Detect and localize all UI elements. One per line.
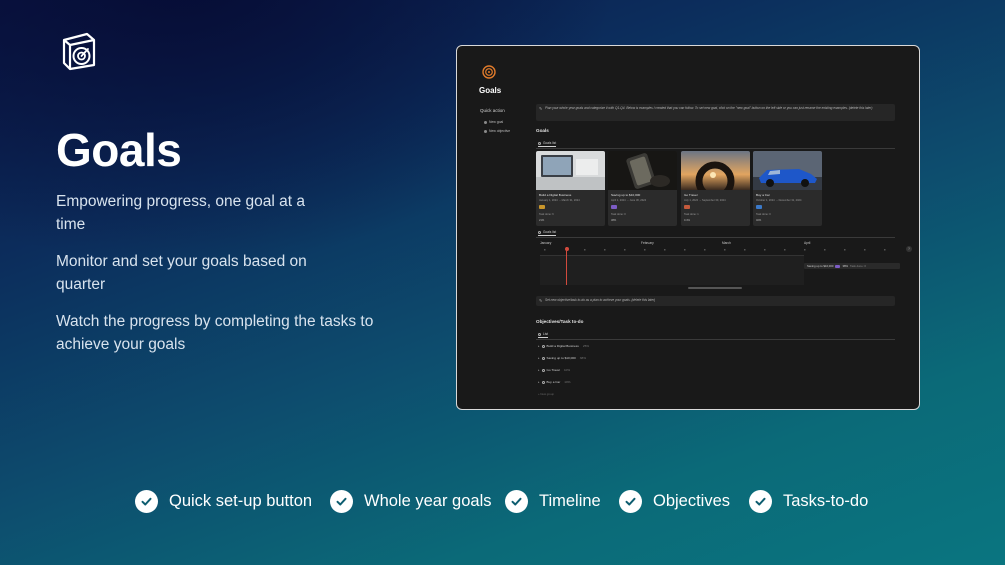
tab-list[interactable]: List: [538, 332, 548, 338]
target-icon: [482, 65, 496, 79]
timeline-lane: [540, 255, 804, 285]
timeline-month: March: [722, 241, 731, 245]
goal-card[interactable]: Buy a Car October 1, 2024 → December 31,…: [753, 151, 822, 226]
objectives-section-title: Objectives/Task to-do: [536, 319, 584, 324]
plus-icon: [484, 129, 487, 133]
goal-card[interactable]: Go Travel July 1, 2024 → September 30, 2…: [681, 151, 750, 226]
divider: [536, 339, 895, 340]
check-icon: [330, 489, 353, 513]
timeline-icon: [538, 230, 541, 234]
check-icon: [505, 489, 528, 513]
target-cube-logo-icon: [62, 32, 96, 71]
objective-group[interactable]: ▸ Saving up to $10,000 38%: [538, 356, 586, 360]
today-marker-dot: [564, 247, 569, 251]
feature-list: Quick set-up button Whole year goals Tim…: [0, 486, 1005, 516]
list-icon: [538, 332, 541, 336]
target-icon: [541, 368, 545, 372]
hero-feature-1: Empowering progress, one goal at a time: [56, 193, 306, 233]
chevron-right-icon: ▸: [538, 368, 540, 372]
laptop-image: [536, 151, 605, 190]
target-icon: [541, 356, 545, 360]
target-icon: [541, 380, 545, 384]
goal-card[interactable]: Saving up to $10,000 April 1, 2024 → Jun…: [608, 151, 677, 226]
new-goal-button[interactable]: New goal: [484, 120, 503, 124]
hero-feature-3: Watch the progress by completing the tas…: [56, 313, 374, 353]
new-objective-button[interactable]: New objective: [484, 129, 510, 133]
car-image: [753, 151, 822, 190]
page-title: Goals: [479, 86, 502, 95]
today-marker: [566, 247, 567, 285]
timeline-month: February: [641, 241, 654, 245]
check-icon: [619, 489, 642, 513]
divider: [536, 148, 895, 149]
timeline-month: January: [540, 241, 552, 245]
phone-image: [608, 151, 677, 190]
plus-icon: [484, 120, 487, 124]
hero-feature-2: Monitor and set your goals based on quar…: [56, 253, 307, 293]
timeline-day-ticks: [544, 249, 886, 251]
quick-action-heading: Quick action: [480, 108, 505, 113]
feature-quick-setup: Quick set-up button: [135, 486, 312, 516]
status-tag: [539, 205, 545, 209]
callout-instructions: ✎ Plan your whole year goals and categor…: [536, 104, 895, 121]
check-icon: [749, 489, 772, 513]
new-group-button[interactable]: + New group: [538, 392, 554, 396]
chevron-right-icon: ▸: [538, 380, 540, 384]
objective-group[interactable]: ▸ Build a Digital Business 25%: [538, 344, 589, 348]
feature-objectives: Objectives: [619, 486, 730, 516]
target-icon: [541, 344, 545, 348]
goal-card[interactable]: Build a Digital Business January 1, 2024…: [536, 151, 605, 226]
help-icon[interactable]: ?: [906, 246, 912, 252]
tab-timeline[interactable]: Goals list: [538, 230, 557, 236]
divider: [536, 237, 895, 238]
status-tag: [835, 264, 841, 268]
chevron-right-icon: ▸: [538, 344, 540, 348]
app-preview-window: Goals Quick action New goal New objectiv…: [456, 45, 920, 410]
feature-whole-year: Whole year goals: [330, 486, 491, 516]
feature-timeline: Timeline: [505, 486, 601, 516]
chevron-right-icon: ▸: [538, 356, 540, 360]
objective-group[interactable]: ▸ Go Travel 10%: [538, 368, 570, 372]
callout-objectives: ✎ Set new objective/task to-do as a plan…: [536, 296, 895, 306]
timeline-month: April: [804, 241, 811, 245]
goals-section-title: Goals: [536, 128, 549, 133]
check-icon: [135, 489, 158, 513]
goals-timeline: January February March April Saving up t…: [536, 239, 910, 289]
objective-group[interactable]: ▸ Buy a Car 10%: [538, 380, 570, 384]
feature-tasks-to-do: Tasks-to-do: [749, 486, 868, 516]
status-tag: [756, 205, 762, 209]
sunset-image: [681, 151, 750, 201]
status-tag: [611, 205, 617, 209]
pin-icon: ✎: [539, 298, 543, 303]
pin-icon: ✎: [539, 106, 543, 111]
list-icon: [538, 141, 541, 145]
hero-title: Goals: [56, 124, 182, 176]
timeline-scrollbar[interactable]: [688, 287, 742, 289]
timeline-item[interactable]: Saving up to $10,000 38% Task done: 0: [804, 263, 900, 269]
tab-goals-list[interactable]: Goals list: [538, 141, 557, 147]
status-tag: [684, 205, 690, 209]
